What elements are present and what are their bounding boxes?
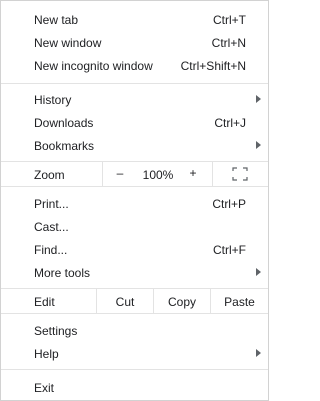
menu-item-cast[interactable]: Cast...	[1, 215, 268, 238]
menu-item-label: New incognito window	[34, 59, 153, 73]
edit-label: Edit	[34, 295, 55, 309]
paste-button[interactable]: Paste	[211, 295, 268, 309]
zoom-divider	[102, 162, 103, 186]
edit-row: Edit Cut Copy Paste	[1, 289, 268, 313]
menu-item-label: History	[34, 93, 72, 107]
menu-item-settings[interactable]: Settings	[1, 319, 268, 342]
menu-item-find[interactable]: Find... Ctrl+F	[1, 238, 268, 261]
submenu-arrow-icon	[256, 349, 261, 357]
menu-item-label: More tools	[34, 266, 91, 280]
menu-item-shortcut: Ctrl+F	[213, 243, 246, 257]
menu-item-label: Exit	[34, 381, 55, 395]
menu-separator	[1, 83, 268, 84]
menu-item-label: Find...	[34, 243, 68, 257]
browser-menu: New tab Ctrl+T New window Ctrl+N New inc…	[0, 0, 269, 401]
menu-item-shortcut: Ctrl+N	[211, 36, 246, 50]
submenu-arrow-icon	[256, 141, 261, 149]
menu-separator	[1, 186, 268, 187]
menu-item-new-incognito-window[interactable]: New incognito window Ctrl+Shift+N	[1, 54, 268, 77]
fullscreen-icon[interactable]	[232, 167, 248, 181]
menu-item-label: Bookmarks	[34, 139, 95, 153]
menu-item-label: Help	[34, 347, 59, 361]
menu-item-new-window[interactable]: New window Ctrl+N	[1, 31, 268, 54]
zoom-level: 100%	[142, 168, 174, 182]
menu-item-label: New window	[34, 36, 102, 50]
menu-item-print[interactable]: Print... Ctrl+P	[1, 192, 268, 215]
submenu-arrow-icon	[256, 268, 261, 276]
zoom-out-button[interactable]: –	[112, 166, 128, 180]
menu-item-label: Print...	[34, 197, 69, 211]
menu-item-help[interactable]: Help	[1, 342, 268, 365]
menu-item-bookmarks[interactable]: Bookmarks	[1, 134, 268, 157]
copy-button[interactable]: Copy	[154, 295, 210, 309]
submenu-arrow-icon	[256, 95, 261, 103]
zoom-divider	[212, 162, 213, 186]
menu-item-new-tab[interactable]: New tab Ctrl+T	[1, 8, 268, 31]
menu-item-label: Cast...	[34, 220, 69, 234]
menu-item-history[interactable]: History	[1, 88, 268, 111]
menu-item-shortcut: Ctrl+P	[212, 197, 246, 211]
zoom-label: Zoom	[34, 168, 65, 182]
menu-separator	[1, 313, 268, 314]
menu-item-shortcut: Ctrl+T	[213, 13, 246, 27]
cut-button[interactable]: Cut	[97, 295, 153, 309]
menu-item-label: Settings	[34, 324, 78, 338]
menu-item-exit[interactable]: Exit	[1, 376, 268, 399]
menu-item-more-tools[interactable]: More tools	[1, 261, 268, 284]
menu-separator	[1, 369, 268, 370]
menu-item-label: New tab	[34, 13, 79, 27]
menu-item-downloads[interactable]: Downloads Ctrl+J	[1, 111, 268, 134]
zoom-in-button[interactable]: +	[185, 166, 201, 180]
menu-item-shortcut: Ctrl+Shift+N	[180, 59, 246, 73]
zoom-row: Zoom – 100% +	[1, 162, 268, 186]
menu-item-label: Downloads	[34, 116, 94, 130]
menu-item-shortcut: Ctrl+J	[214, 116, 246, 130]
